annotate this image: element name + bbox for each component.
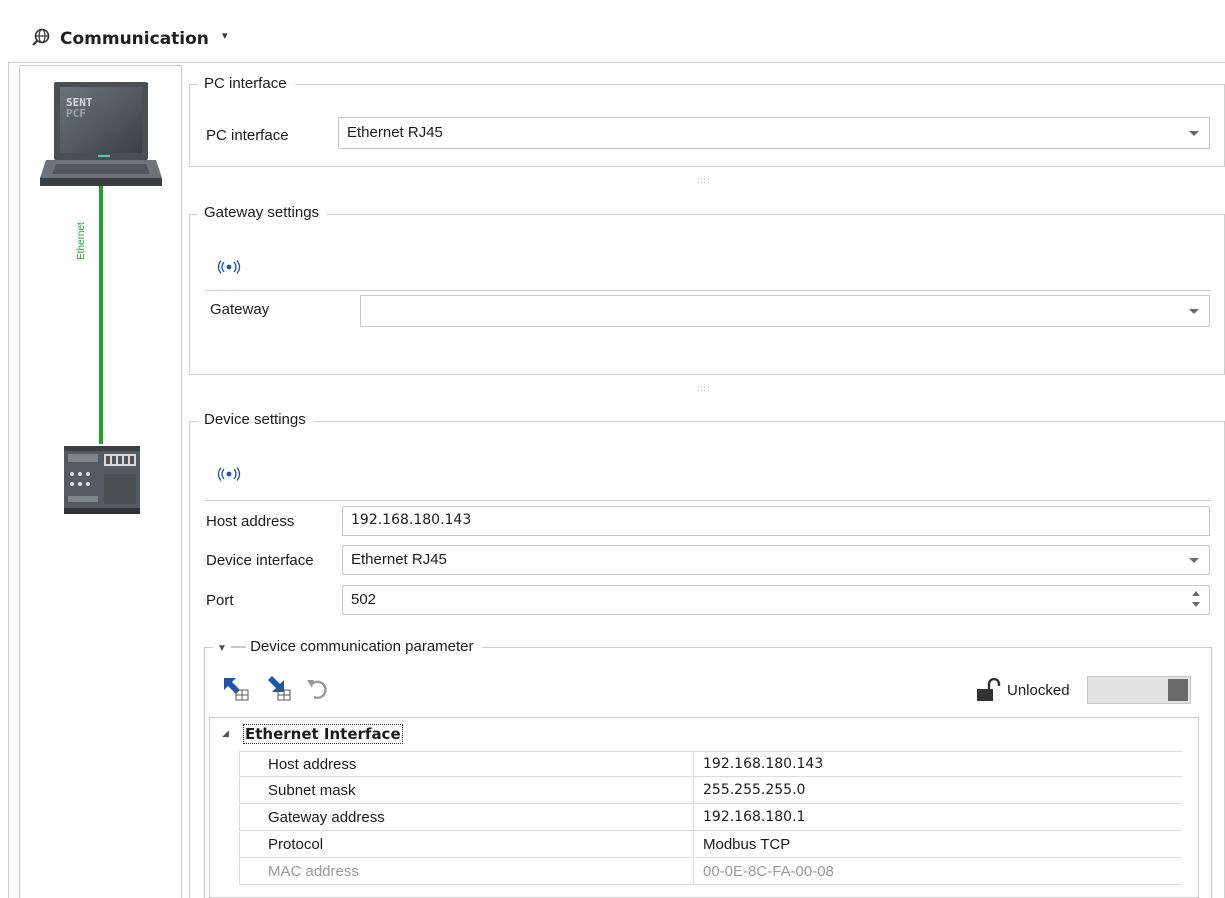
device-interface-label: Device interface xyxy=(206,552,314,569)
device-icon xyxy=(64,446,140,514)
pc-laptop-icon xyxy=(40,82,162,186)
collapse-icon[interactable]: ▼ xyxy=(217,643,227,654)
table-row[interactable]: Subnet mask 255.255.255.0 xyxy=(239,778,1182,804)
comm-param-legend-text: Device communication parameter xyxy=(250,638,474,655)
device-settings-legend: Device settings xyxy=(198,411,314,428)
cable-label: Ethernet xyxy=(76,222,87,260)
device-interface-value: Ethernet RJ45 xyxy=(351,551,447,568)
lock-toggle-thumb[interactable] xyxy=(1168,679,1188,701)
splitter-handle[interactable]: ∷∷ xyxy=(697,384,710,395)
table-row[interactable]: Host address 192.168.180.143 xyxy=(239,751,1182,778)
page-title[interactable]: Communication xyxy=(60,29,209,49)
table-row[interactable]: Protocol Modbus TCP xyxy=(239,832,1182,858)
download-to-device-icon[interactable] xyxy=(222,676,252,702)
pc-interface-label: PC interface xyxy=(206,127,289,144)
splitter-handle[interactable]: ∷∷ xyxy=(697,176,710,187)
host-address-label: Host address xyxy=(206,513,295,530)
gateway-settings-legend: Gateway settings xyxy=(198,204,328,221)
lock-status-label: Unlocked xyxy=(1007,682,1070,699)
lock-toggle[interactable] xyxy=(1087,676,1191,704)
property-name: MAC address xyxy=(268,863,359,880)
wifi-signal-icon[interactable] xyxy=(216,260,242,274)
property-name: Subnet mask xyxy=(268,782,356,799)
pc-interface-legend: PC interface xyxy=(198,75,295,92)
upload-from-device-icon[interactable] xyxy=(264,676,294,702)
communication-icon xyxy=(32,28,50,46)
column-divider xyxy=(693,805,694,831)
spin-down-icon[interactable] xyxy=(1192,602,1200,607)
property-name: Gateway address xyxy=(268,809,385,826)
property-name: Protocol xyxy=(268,836,324,853)
host-address-input[interactable]: 192.168.180.143 xyxy=(342,506,1210,536)
property-value[interactable]: 255.255.255.0 xyxy=(703,782,805,798)
column-divider xyxy=(693,859,694,885)
property-value[interactable]: 192.168.180.1 xyxy=(703,809,805,825)
spin-up-icon[interactable] xyxy=(1192,591,1200,596)
chevron-down-icon[interactable] xyxy=(1189,558,1199,563)
property-name: Host address xyxy=(268,756,357,773)
chevron-down-icon[interactable] xyxy=(1189,131,1199,136)
port-spinner[interactable]: 502 xyxy=(342,585,1210,615)
gateway-select[interactable] xyxy=(360,295,1210,327)
pc-label: SENT PCF xyxy=(66,97,93,119)
table-row[interactable]: Gateway address 192.168.180.1 xyxy=(239,805,1182,831)
topology-pane: SENT PCF Ethernet xyxy=(19,65,182,898)
port-label: Port xyxy=(206,592,234,609)
comm-param-legend[interactable]: ▼ — Device communication parameter xyxy=(213,638,482,655)
separator xyxy=(205,500,1211,501)
chevron-down-icon[interactable] xyxy=(1189,309,1199,314)
chevron-down-icon[interactable]: ▾ xyxy=(222,29,228,42)
undo-icon[interactable] xyxy=(304,676,334,702)
property-value[interactable]: Modbus TCP xyxy=(703,836,790,853)
device-interface-select[interactable]: Ethernet RJ45 xyxy=(342,545,1210,575)
ethernet-cable xyxy=(99,186,103,444)
column-divider xyxy=(693,778,694,804)
pc-interface-select[interactable]: Ethernet RJ45 xyxy=(338,117,1210,149)
gateway-label: Gateway xyxy=(210,301,270,318)
table-row: MAC address 00-0E-8C-FA-00-08 xyxy=(239,859,1182,885)
pc-label-line2: PCF xyxy=(66,107,86,120)
category-ethernet-interface[interactable]: Ethernet Interface xyxy=(243,724,403,744)
pc-interface-value: Ethernet RJ45 xyxy=(347,124,443,141)
unlocked-padlock-icon xyxy=(977,678,1001,701)
separator xyxy=(205,290,1211,291)
property-value: 00-0E-8C-FA-00-08 xyxy=(703,863,834,880)
expand-collapse-icon[interactable]: ◢ xyxy=(222,728,229,739)
column-divider xyxy=(693,752,694,778)
column-divider xyxy=(693,832,694,858)
port-value: 502 xyxy=(351,591,377,608)
wifi-signal-icon[interactable] xyxy=(216,467,242,481)
property-value[interactable]: 192.168.180.143 xyxy=(703,756,823,772)
property-grid: ◢ Ethernet Interface Host address 192.16… xyxy=(209,717,1199,898)
